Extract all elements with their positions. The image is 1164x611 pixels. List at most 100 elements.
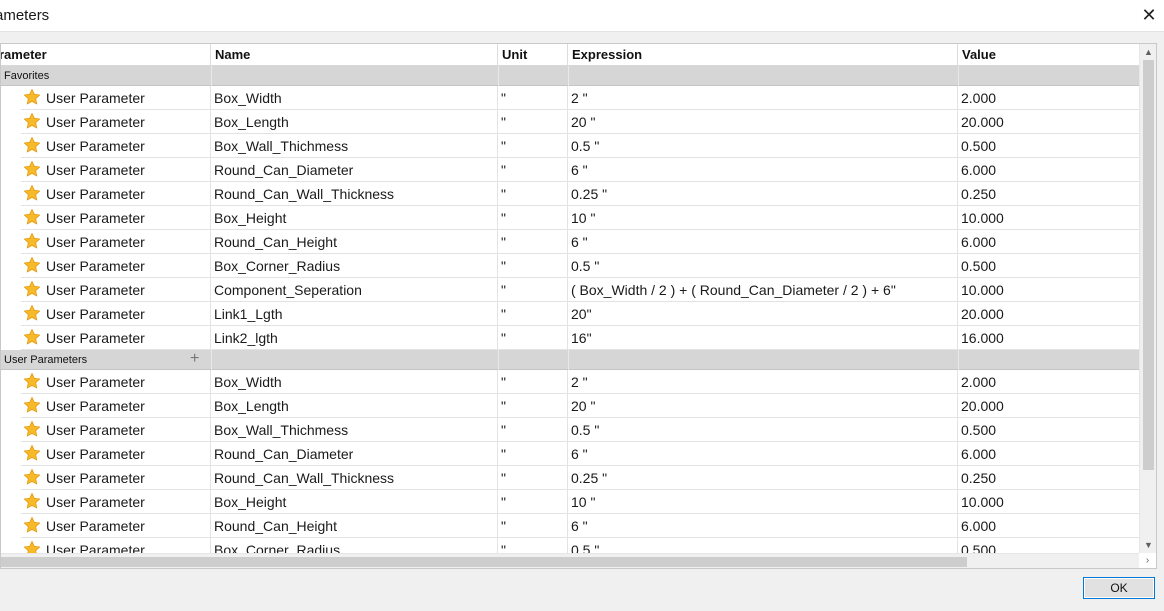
star-icon[interactable] <box>23 112 41 130</box>
star-icon[interactable] <box>23 420 41 438</box>
star-icon[interactable] <box>23 160 41 178</box>
unit-cell[interactable]: " <box>498 442 568 466</box>
scroll-right-arrow[interactable]: › <box>1139 553 1156 568</box>
expression-cell[interactable]: 0.5 " <box>568 538 958 553</box>
expression-cell[interactable]: 20" <box>568 302 958 326</box>
expression-cell[interactable]: 2 " <box>568 370 958 394</box>
star-icon[interactable] <box>23 444 41 462</box>
star-icon[interactable] <box>23 516 41 534</box>
table-row[interactable]: User Parameter Box_Height " 10 " 10.000 <box>1 490 1139 514</box>
name-cell[interactable]: Box_Height <box>211 206 498 230</box>
column-header-parameter[interactable]: rameter <box>1 44 211 66</box>
star-icon[interactable] <box>23 184 41 202</box>
table-row[interactable]: User Parameter Box_Wall_Thichmess " 0.5 " 0.… <box>1 418 1139 442</box>
star-icon[interactable] <box>23 304 41 322</box>
unit-cell[interactable]: " <box>498 134 568 158</box>
expression-cell[interactable]: ( Box_Width / 2 ) + ( Round_Can_Diameter… <box>568 278 958 302</box>
expression-cell[interactable]: 0.25 " <box>568 466 958 490</box>
plus-icon[interactable]: + <box>190 349 199 369</box>
group-header[interactable]: User Parameters + <box>1 350 1139 370</box>
star-icon[interactable] <box>23 540 41 553</box>
name-cell[interactable]: Box_Height <box>211 490 498 514</box>
unit-cell[interactable]: " <box>498 86 568 110</box>
unit-cell[interactable]: " <box>498 206 568 230</box>
expression-cell[interactable]: 16" <box>568 326 958 350</box>
unit-cell[interactable]: " <box>498 302 568 326</box>
column-header-value[interactable]: Value <box>958 44 1139 66</box>
star-icon[interactable] <box>23 372 41 390</box>
expression-cell[interactable]: 10 " <box>568 206 958 230</box>
unit-cell[interactable]: " <box>498 514 568 538</box>
table-row[interactable]: User Parameter Box_Height " 10 " 10.000 <box>1 206 1139 230</box>
expression-cell[interactable]: 20 " <box>568 394 958 418</box>
expression-cell[interactable]: 20 " <box>568 110 958 134</box>
vertical-scrollbar[interactable]: ▲ ▼ <box>1139 44 1156 553</box>
expression-cell[interactable]: 0.5 " <box>568 254 958 278</box>
name-cell[interactable]: Round_Can_Wall_Thickness <box>211 466 498 490</box>
name-cell[interactable]: Box_Corner_Radius <box>211 538 498 553</box>
horizontal-scroll-thumb[interactable] <box>1 557 967 567</box>
expression-cell[interactable]: 0.5 " <box>568 134 958 158</box>
name-cell[interactable]: Round_Can_Wall_Thickness <box>211 182 498 206</box>
group-header[interactable]: Favorites <box>1 66 1139 86</box>
horizontal-scrollbar[interactable] <box>1 553 1139 568</box>
name-cell[interactable]: Round_Can_Height <box>211 230 498 254</box>
ok-button[interactable]: OK <box>1083 577 1155 599</box>
name-cell[interactable]: Box_Length <box>211 110 498 134</box>
expression-cell[interactable]: 6 " <box>568 514 958 538</box>
name-cell[interactable]: Box_Length <box>211 394 498 418</box>
expression-cell[interactable]: 6 " <box>568 442 958 466</box>
table-row[interactable]: User Parameter Round_Can_Height " 6 " 6.000 <box>1 230 1139 254</box>
unit-cell[interactable]: " <box>498 466 568 490</box>
column-header-unit[interactable]: Unit <box>498 44 568 66</box>
table-row[interactable]: User Parameter Box_Wall_Thichmess " 0.5 " 0.… <box>1 134 1139 158</box>
table-row[interactable]: User Parameter Link1_Lgth " 20" 20.000 <box>1 302 1139 326</box>
star-icon[interactable] <box>23 328 41 346</box>
star-icon[interactable] <box>23 136 41 154</box>
star-icon[interactable] <box>23 256 41 274</box>
unit-cell[interactable]: " <box>498 418 568 442</box>
name-cell[interactable]: Round_Can_Diameter <box>211 442 498 466</box>
star-icon[interactable] <box>23 208 41 226</box>
star-icon[interactable] <box>23 492 41 510</box>
scroll-up-arrow[interactable]: ▲ <box>1140 44 1156 60</box>
unit-cell[interactable]: " <box>498 158 568 182</box>
unit-cell[interactable]: " <box>498 230 568 254</box>
column-header-name[interactable]: Name <box>211 44 498 66</box>
unit-cell[interactable]: " <box>498 110 568 134</box>
star-icon[interactable] <box>23 88 41 106</box>
star-icon[interactable] <box>23 468 41 486</box>
unit-cell[interactable]: " <box>498 278 568 302</box>
unit-cell[interactable]: " <box>498 326 568 350</box>
unit-cell[interactable]: " <box>498 394 568 418</box>
name-cell[interactable]: Link1_Lgth <box>211 302 498 326</box>
name-cell[interactable]: Round_Can_Height <box>211 514 498 538</box>
table-row[interactable]: User Parameter Box_Length " 20 " 20.000 <box>1 394 1139 418</box>
table-row[interactable]: User Parameter Box_Corner_Radius " 0.5 " 0.5… <box>1 538 1139 553</box>
table-row[interactable]: User Parameter Link2_lgth " 16" 16.000 <box>1 326 1139 350</box>
name-cell[interactable]: Box_Width <box>211 370 498 394</box>
expression-cell[interactable]: 2 " <box>568 86 958 110</box>
star-icon[interactable] <box>23 396 41 414</box>
name-cell[interactable]: Component_Seperation <box>211 278 498 302</box>
star-icon[interactable] <box>23 232 41 250</box>
table-row[interactable]: User Parameter Round_Can_Diameter " 6 " 6.00… <box>1 442 1139 466</box>
table-row[interactable]: User Parameter Box_Corner_Radius " 0.5 " 0.5… <box>1 254 1139 278</box>
table-row[interactable]: User Parameter Box_Width " 2 " 2.000 <box>1 370 1139 394</box>
unit-cell[interactable]: " <box>498 254 568 278</box>
name-cell[interactable]: Round_Can_Diameter <box>211 158 498 182</box>
table-row[interactable]: User Parameter Box_Length " 20 " 20.000 <box>1 110 1139 134</box>
expression-cell[interactable]: 0.25 " <box>568 182 958 206</box>
table-row[interactable]: User Parameter Box_Width " 2 " 2.000 <box>1 86 1139 110</box>
name-cell[interactable]: Link2_lgth <box>211 326 498 350</box>
table-row[interactable]: User Parameter Round_Can_Wall_Thickness " 0… <box>1 182 1139 206</box>
table-row[interactable]: User Parameter Round_Can_Diameter " 6 " 6.00… <box>1 158 1139 182</box>
expression-cell[interactable]: 6 " <box>568 158 958 182</box>
name-cell[interactable]: Box_Wall_Thichmess <box>211 418 498 442</box>
table-row[interactable]: User Parameter Round_Can_Height " 6 " 6.000 <box>1 514 1139 538</box>
name-cell[interactable]: Box_Width <box>211 86 498 110</box>
unit-cell[interactable]: " <box>498 490 568 514</box>
unit-cell[interactable]: " <box>498 182 568 206</box>
expression-cell[interactable]: 0.5 " <box>568 418 958 442</box>
table-row[interactable]: User Parameter Round_Can_Wall_Thickness " 0… <box>1 466 1139 490</box>
